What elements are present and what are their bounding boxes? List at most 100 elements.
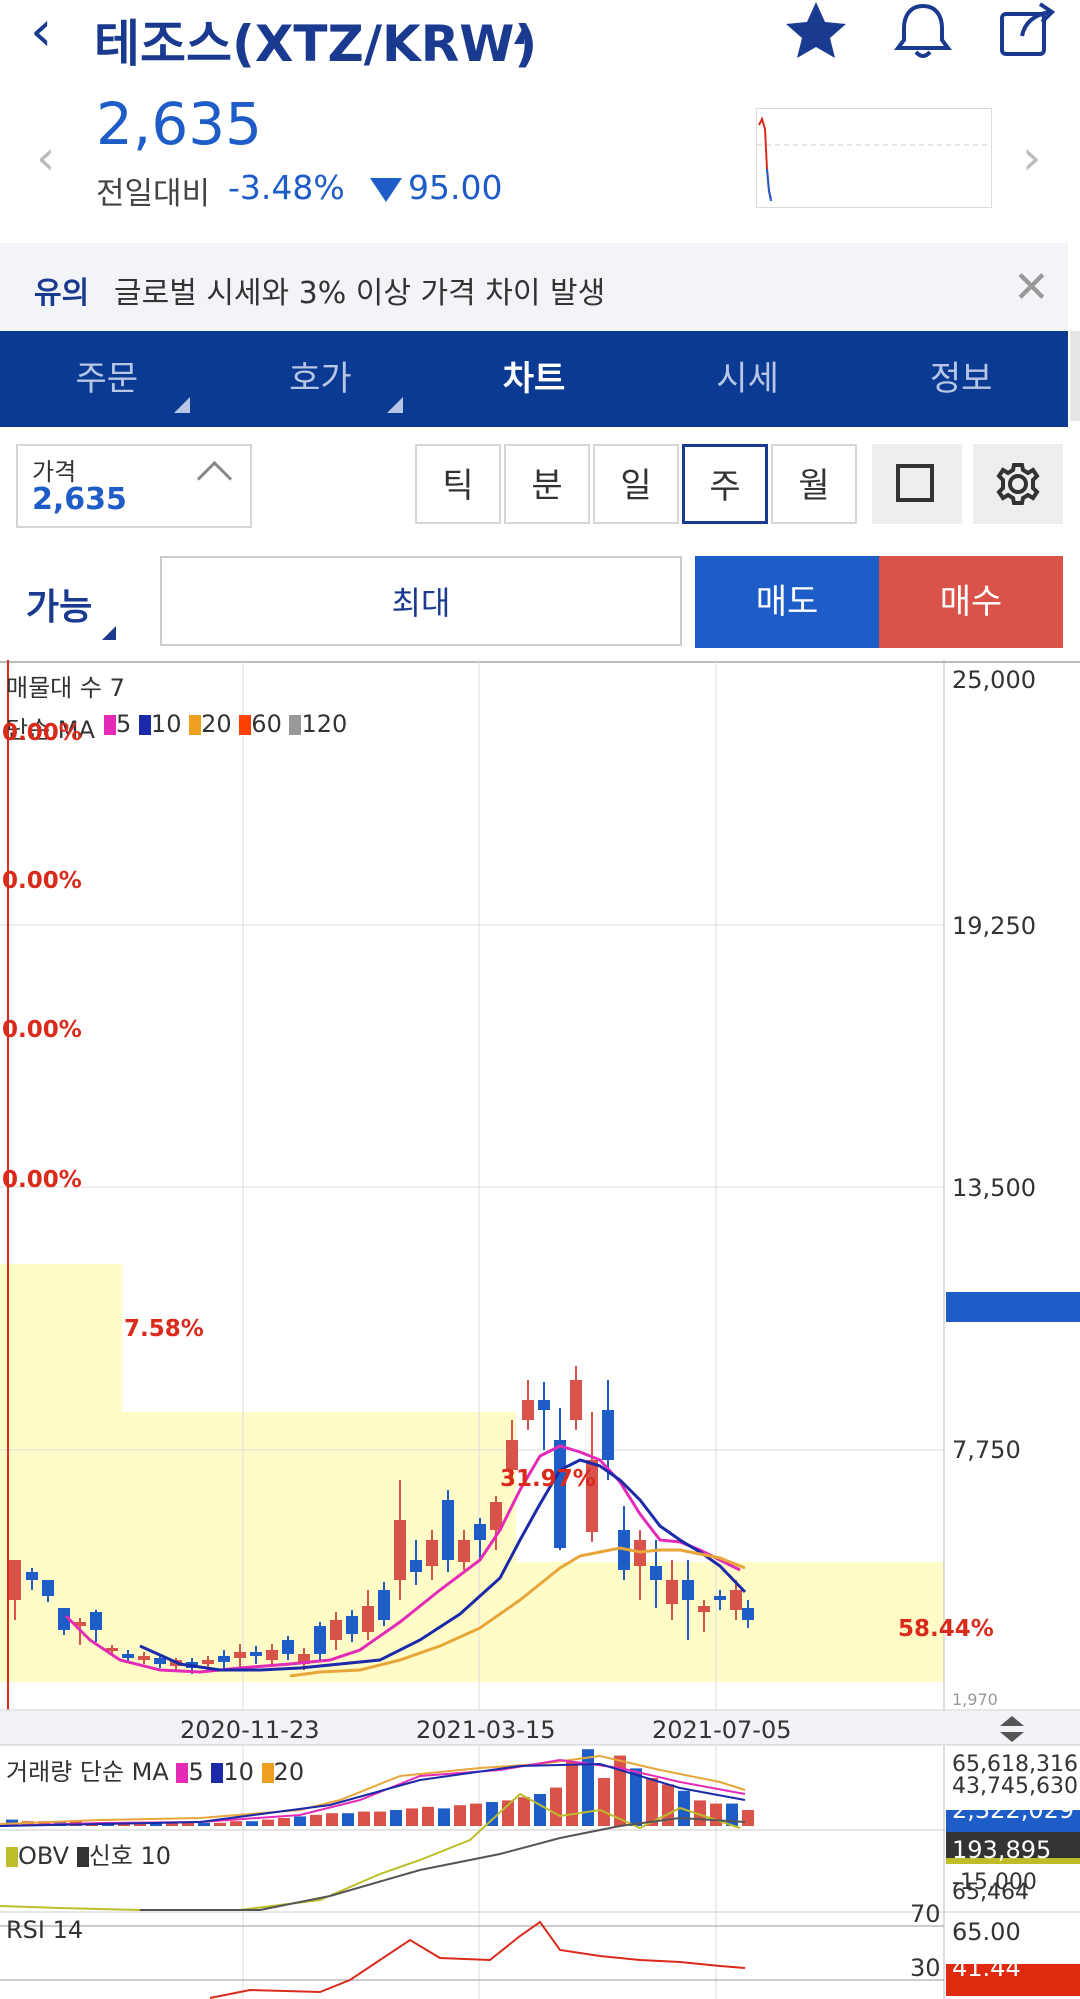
volume-profile-pct: 0.00% (2, 868, 82, 894)
period-tick[interactable]: 틱 (415, 444, 501, 524)
x-tick: 2021-07-05 (652, 1716, 792, 1744)
change-value: 95.00 (408, 168, 503, 207)
y-tick: 19,250 (952, 912, 1036, 940)
x-tick: 2020-11-23 (180, 1716, 320, 1744)
volume-bar (534, 1794, 546, 1826)
volume-bar (310, 1814, 322, 1826)
scroll-edge (1070, 331, 1080, 421)
candle (90, 1612, 102, 1630)
title-dropdown-icon[interactable] (514, 26, 524, 44)
prev-coin-icon[interactable]: ‹ (36, 130, 55, 186)
rsi-level: 30 (910, 1954, 941, 1982)
volume-bar (374, 1811, 386, 1826)
volume-bar (582, 1749, 594, 1826)
candle (442, 1500, 454, 1560)
candle (394, 1520, 406, 1580)
candle (410, 1560, 422, 1572)
volume-bar (566, 1762, 578, 1826)
obv-value: 193,895 (952, 1836, 1052, 1864)
tab-order[interactable]: 주문 (0, 331, 214, 427)
notice-text: 글로벌 시세와 3% 이상 가격 차이 발생 (114, 276, 606, 311)
candle (730, 1590, 742, 1610)
candle (474, 1524, 486, 1540)
y-tick: 7,750 (952, 1436, 1021, 1464)
mini-chart[interactable] (756, 108, 992, 208)
candle (378, 1590, 390, 1620)
volume-bar (406, 1808, 418, 1826)
volume-bar (342, 1813, 354, 1826)
candle (538, 1400, 550, 1410)
volume-bar (438, 1808, 450, 1826)
candle (426, 1540, 438, 1566)
candle (554, 1440, 566, 1548)
volume-bar (358, 1811, 370, 1826)
bell-icon[interactable] (888, 0, 958, 60)
candle (362, 1606, 374, 1632)
volume-bar (262, 1819, 274, 1826)
volume-bar (214, 1822, 226, 1826)
volume-bar (294, 1816, 306, 1826)
volume-bar (326, 1813, 338, 1826)
candle (314, 1626, 326, 1654)
price-selector-value: 2,635 (32, 482, 127, 517)
share-icon[interactable] (996, 0, 1066, 60)
max-button[interactable]: 최대 (160, 556, 682, 646)
volume-bar (198, 1822, 210, 1826)
candle (714, 1596, 726, 1600)
settings-button[interactable] (973, 444, 1063, 524)
volume-bar (246, 1821, 258, 1826)
candle (522, 1400, 534, 1420)
candle (570, 1380, 582, 1420)
notice-tag: 유의 (34, 276, 90, 311)
tab-chart[interactable]: 차트 (427, 331, 641, 427)
current-price: 2,635 (96, 90, 263, 158)
buy-button[interactable]: 매수 (879, 556, 1063, 648)
tab-info[interactable]: 정보 (854, 331, 1068, 427)
candle (250, 1652, 262, 1656)
available-selector[interactable]: 가능 (26, 578, 92, 630)
volume-bar (454, 1805, 466, 1826)
page-title[interactable]: 테조스(XTZ/KRW) (94, 4, 537, 76)
candle (218, 1656, 230, 1662)
volume-bar (278, 1818, 290, 1826)
candle (458, 1540, 470, 1562)
candle (490, 1502, 502, 1530)
tab-market[interactable]: 시세 (641, 331, 855, 427)
volume-profile-pct: 31.97% (500, 1466, 596, 1492)
dropdown-icon (102, 626, 116, 640)
volume-bar (742, 1810, 754, 1826)
volume-bar (518, 1797, 530, 1826)
period-month[interactable]: 월 (771, 444, 857, 524)
tab-orderbook[interactable]: 호가 (214, 331, 428, 427)
ma-legend-periods: 5 10 20 60 120 (104, 710, 347, 738)
candle (666, 1580, 678, 1604)
volume-bar (422, 1806, 434, 1826)
volume-bar (390, 1810, 402, 1826)
candle (282, 1640, 294, 1654)
candle (698, 1606, 710, 1612)
gear-icon (996, 463, 1040, 505)
chart-title: 매물대 수 7 (6, 674, 125, 702)
candle (26, 1572, 38, 1580)
obv-legend: OBV 신호 10 (6, 1836, 171, 1871)
change-label: 전일대비 (96, 176, 211, 212)
candle (154, 1658, 166, 1664)
star-icon[interactable] (784, 0, 854, 60)
candle (650, 1566, 662, 1580)
square-icon (896, 464, 934, 502)
rsi-label: 65.00 (952, 1918, 1021, 1946)
volume-profile-pct: 7.58% (124, 1316, 204, 1342)
candle (138, 1656, 150, 1660)
close-icon[interactable]: ✕ (1013, 262, 1050, 313)
down-triangle-icon (370, 178, 402, 202)
next-coin-icon[interactable]: › (1022, 130, 1041, 186)
back-icon[interactable]: ‹ (30, 4, 52, 60)
volume-bar (470, 1803, 482, 1826)
sell-button[interactable]: 매도 (695, 556, 879, 648)
period-day[interactable]: 일 (593, 444, 679, 524)
period-minute[interactable]: 분 (504, 444, 590, 524)
volume-bar (230, 1821, 242, 1826)
rsi-level: 70 (910, 1900, 941, 1928)
period-week[interactable]: 주 (682, 444, 768, 524)
volume-bar (598, 1778, 610, 1826)
